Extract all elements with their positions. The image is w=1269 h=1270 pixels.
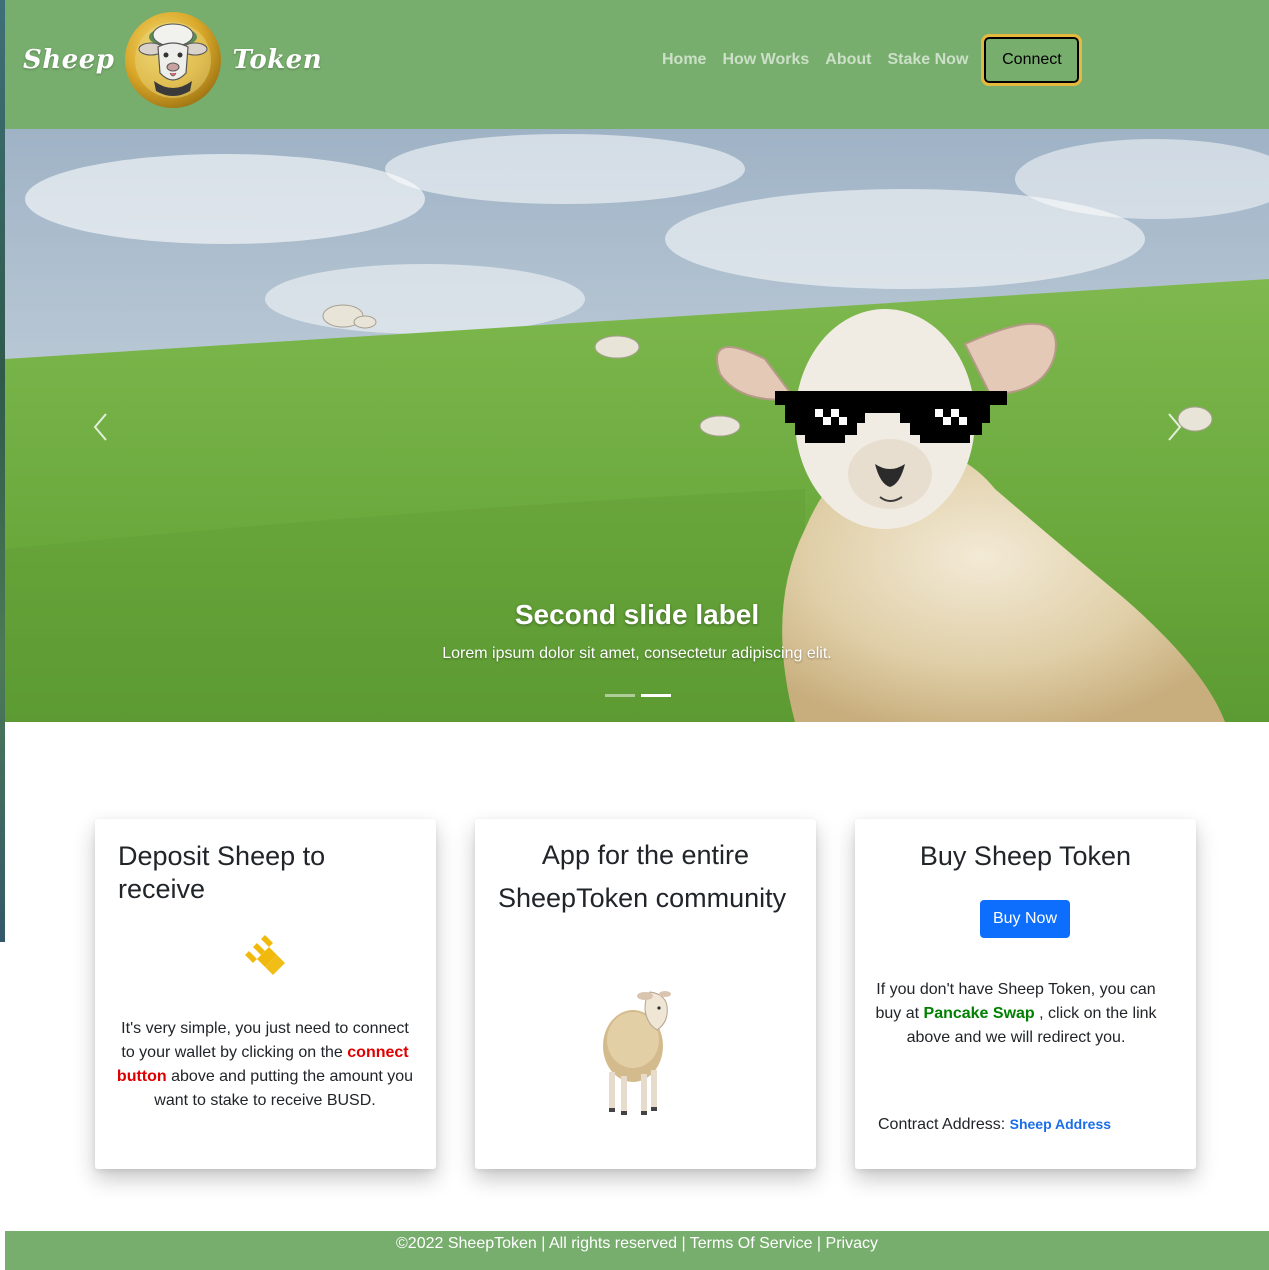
slide-text: Lorem ipsum dolor sit amet, consectetur … bbox=[442, 645, 832, 662]
nav-how-works[interactable]: How Works bbox=[722, 51, 809, 69]
hero-carousel: Second slide label Lorem ipsum dolor sit… bbox=[5, 129, 1269, 722]
carousel-prev-button[interactable] bbox=[85, 409, 115, 445]
footer-copyright: ©2022 SheepToken | All rights reserved | bbox=[396, 1235, 690, 1252]
contract-address: Contract Address: Sheep Address bbox=[878, 1116, 1111, 1134]
nav-stake-now[interactable]: Stake Now bbox=[887, 51, 968, 69]
brand-logo-link[interactable]: Sheep Token bbox=[23, 10, 322, 110]
navbar: Sheep Token Home How Works About Stake N… bbox=[5, 0, 1269, 129]
nav-about[interactable]: About bbox=[825, 51, 871, 69]
nav-links: Home How Works About Stake Now Connect bbox=[655, 0, 1083, 120]
sheep-image bbox=[595, 984, 675, 1125]
brand-word-left: Sheep bbox=[23, 45, 115, 75]
buy-now-button[interactable]: Buy Now bbox=[980, 900, 1070, 938]
slide-title: Second slide label bbox=[514, 599, 760, 630]
chevron-right-icon bbox=[1168, 413, 1182, 441]
buy-card: Buy Sheep Token Buy Now If you don't hav… bbox=[855, 819, 1196, 1169]
buy-card-title: Buy Sheep Token bbox=[919, 841, 1132, 871]
hero-slide-image bbox=[5, 129, 1269, 722]
deposit-card-title: Deposit Sheep to receive bbox=[118, 841, 326, 904]
sheep-address-link[interactable]: Sheep Address bbox=[1010, 1116, 1111, 1132]
brand-word-right: Token bbox=[232, 45, 323, 75]
carousel-indicator-1[interactable] bbox=[605, 694, 635, 697]
busd-icon bbox=[242, 933, 288, 980]
app-card-title-line1: App for the entire bbox=[541, 840, 750, 870]
buy-card-text: If you don't have Sheep Token, you can b… bbox=[875, 978, 1157, 1050]
nav-home[interactable]: Home bbox=[662, 51, 706, 69]
deposit-text-after: above and putting the amount you want to… bbox=[154, 1068, 414, 1109]
privacy-link[interactable]: Privacy bbox=[826, 1235, 878, 1252]
deposit-card-text: It's very simple, you just need to conne… bbox=[115, 1017, 415, 1113]
terms-of-service-link[interactable]: Terms Of Service bbox=[690, 1235, 813, 1252]
carousel-indicators bbox=[605, 694, 671, 697]
pancake-swap-link[interactable]: Pancake Swap bbox=[924, 1005, 1035, 1022]
app-card: App for the entire SheepToken community bbox=[475, 819, 816, 1169]
deposit-card: Deposit Sheep to receive It's very simpl… bbox=[95, 819, 436, 1169]
connect-button[interactable]: Connect bbox=[981, 34, 1083, 86]
footer-separator: | bbox=[812, 1235, 826, 1252]
footer: ©2022 SheepToken | All rights reserved |… bbox=[5, 1231, 1269, 1270]
chevron-left-icon bbox=[93, 413, 107, 441]
sheep-logo-icon bbox=[124, 11, 222, 109]
carousel-next-button[interactable] bbox=[1160, 409, 1190, 445]
app-card-title-line2: SheepToken community bbox=[498, 883, 787, 913]
carousel-indicator-2[interactable] bbox=[641, 694, 671, 697]
contract-label: Contract Address: bbox=[878, 1116, 1010, 1133]
